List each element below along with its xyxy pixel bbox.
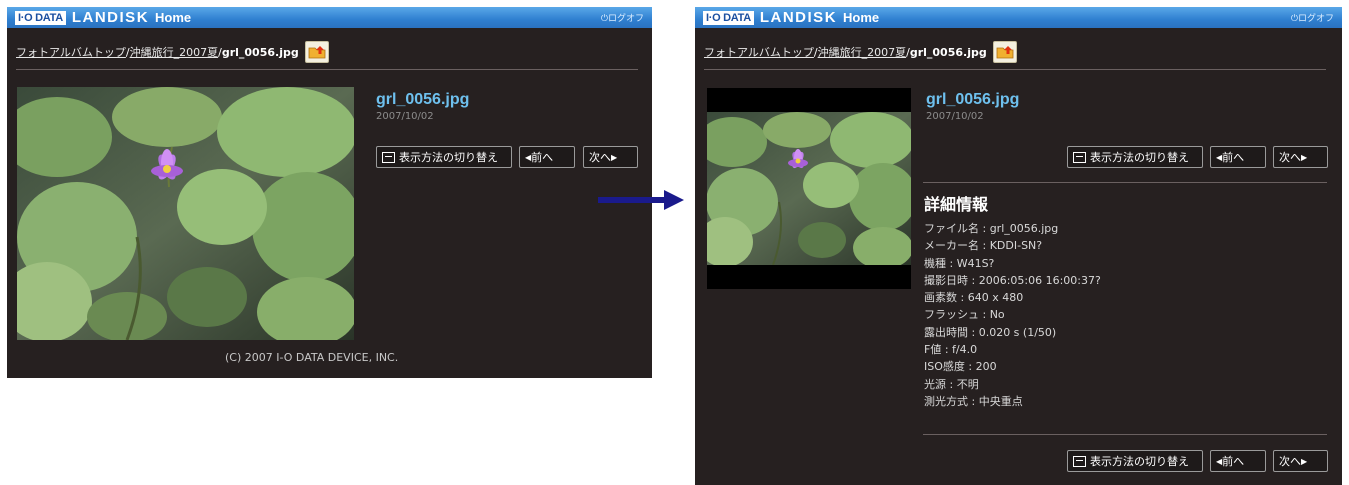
photo-image[interactable] bbox=[7, 87, 362, 347]
detail-item: 画素数 : 640 x 480 bbox=[924, 291, 1024, 305]
breadcrumb-top-link[interactable]: フォトアルバムトップ bbox=[704, 44, 814, 60]
breadcrumb-current-file: grl_0056.jpg bbox=[909, 45, 987, 59]
breadcrumb-top-link[interactable]: フォトアルバムトップ bbox=[16, 44, 126, 60]
divider bbox=[16, 69, 638, 70]
photo-title: grl_0056.jpg bbox=[926, 91, 1020, 108]
detail-item: メーカー名 : KDDI-SN? bbox=[924, 239, 1043, 253]
water-lily-photo bbox=[7, 87, 362, 347]
logoff-label: ログオフ bbox=[607, 14, 644, 24]
detail-item: 露出時間 : 0.020 s (1/50) bbox=[924, 325, 1057, 339]
next-label: 次へ bbox=[1279, 151, 1301, 164]
iodata-logo-box: I·O DATA bbox=[703, 10, 754, 25]
arrow-right-icon bbox=[598, 190, 684, 210]
next-button[interactable]: 次へ ▶ bbox=[1273, 146, 1328, 168]
photo-detail-panel: I·O DATA LANDISK Home ⏻ログオフ フォトアルバムトップ /… bbox=[695, 7, 1342, 485]
next-label: 次へ bbox=[589, 151, 611, 164]
up-folder-button[interactable] bbox=[992, 41, 1017, 63]
detail-item: 機種 : W41S? bbox=[924, 256, 995, 270]
photo-title: grl_0056.jpg bbox=[376, 91, 470, 108]
folder-up-icon bbox=[996, 46, 1014, 59]
divider bbox=[923, 182, 1327, 183]
detail-item: 測光方式 : 中央重点 bbox=[924, 394, 1023, 408]
detail-item: ファイル名 : grl_0056.jpg bbox=[924, 222, 1059, 235]
logoff-icon: ⏻ bbox=[1290, 14, 1298, 24]
logoff-icon: ⏻ bbox=[600, 14, 608, 24]
photo-date: 2007/10/02 bbox=[376, 111, 434, 122]
detail-item: フラッシュ : No bbox=[924, 308, 1005, 322]
logoff-link[interactable]: ⏻ログオフ bbox=[601, 11, 644, 24]
prev-label: 前へ bbox=[1222, 151, 1245, 164]
prev-label: 前へ bbox=[1222, 455, 1245, 468]
water-lily-thumbnail bbox=[707, 112, 911, 265]
divider bbox=[704, 69, 1326, 70]
logoff-link[interactable]: ⏻ログオフ bbox=[1291, 11, 1334, 24]
logo-home-text: Home bbox=[843, 10, 880, 25]
prev-button-bottom[interactable]: ◀ 前へ bbox=[1210, 450, 1266, 472]
landisk-logo[interactable]: I·O DATA LANDISK Home bbox=[15, 9, 191, 26]
view-toggle-icon bbox=[382, 151, 395, 163]
detail-item: ISO感度 : 200 bbox=[924, 360, 997, 374]
toggle-view-button[interactable]: 表示方法の切り替え bbox=[376, 146, 512, 168]
toggle-view-label: 表示方法の切り替え bbox=[399, 151, 498, 164]
toggle-view-label: 表示方法の切り替え bbox=[1090, 455, 1189, 468]
logoff-label: ログオフ bbox=[1297, 14, 1334, 24]
breadcrumb: フォトアルバムトップ / 沖縄旅行_2007夏 / grl_0056.jpg bbox=[704, 41, 1017, 63]
logo-home-text: Home bbox=[155, 10, 192, 25]
toggle-view-label: 表示方法の切り替え bbox=[1090, 151, 1189, 164]
next-button-bottom[interactable]: 次へ ▶ bbox=[1273, 450, 1328, 472]
photo-date: 2007/10/02 bbox=[926, 111, 984, 122]
detail-item: F値 : f/4.0 bbox=[924, 343, 978, 357]
toggle-view-button[interactable]: 表示方法の切り替え bbox=[1067, 146, 1203, 168]
triangle-right-icon: ▶ bbox=[611, 152, 618, 162]
prev-label: 前へ bbox=[531, 151, 554, 164]
logo-landisk-text: LANDISK bbox=[759, 9, 838, 26]
toggle-view-button-bottom[interactable]: 表示方法の切り替え bbox=[1067, 450, 1203, 472]
divider bbox=[923, 434, 1327, 435]
copyright: (C) 2007 I-O DATA DEVICE, INC. bbox=[225, 351, 399, 364]
breadcrumb-album-link[interactable]: 沖縄旅行_2007夏 bbox=[818, 44, 907, 60]
next-button[interactable]: 次へ ▶ bbox=[583, 146, 638, 168]
landisk-logo[interactable]: I·O DATA LANDISK Home bbox=[703, 9, 879, 26]
folder-up-icon bbox=[308, 46, 326, 59]
detail-item: 光源 : 不明 bbox=[924, 377, 979, 391]
logo-landisk-text: LANDISK bbox=[71, 9, 150, 26]
details-list: ファイル名 : grl_0056.jpg メーカー名 : KDDI-SN? 機種… bbox=[924, 220, 1101, 410]
triangle-right-icon: ▶ bbox=[1301, 456, 1308, 466]
photo-thumbnail[interactable] bbox=[707, 88, 911, 289]
prev-button[interactable]: ◀ 前へ bbox=[519, 146, 575, 168]
iodata-logo-box: I·O DATA bbox=[15, 10, 66, 25]
view-toggle-icon bbox=[1073, 455, 1086, 467]
details-heading: 詳細情報 bbox=[924, 195, 989, 214]
breadcrumb: フォトアルバムトップ / 沖縄旅行_2007夏 / grl_0056.jpg bbox=[16, 41, 329, 63]
breadcrumb-album-link[interactable]: 沖縄旅行_2007夏 bbox=[130, 44, 219, 60]
triangle-right-icon: ▶ bbox=[1301, 152, 1308, 162]
up-folder-button[interactable] bbox=[304, 41, 329, 63]
photo-viewer-panel: I·O DATA LANDISK Home ⏻ログオフ フォトアルバムトップ /… bbox=[7, 7, 652, 378]
view-toggle-icon bbox=[1073, 151, 1086, 163]
prev-button[interactable]: ◀ 前へ bbox=[1210, 146, 1266, 168]
detail-item: 撮影日時 : 2006:05:06 16:00:37? bbox=[924, 273, 1101, 287]
next-label: 次へ bbox=[1279, 455, 1301, 468]
header-bar: I·O DATA LANDISK Home ⏻ログオフ bbox=[7, 7, 652, 28]
header-bar: I·O DATA LANDISK Home ⏻ログオフ bbox=[695, 7, 1342, 28]
breadcrumb-current-file: grl_0056.jpg bbox=[221, 45, 299, 59]
